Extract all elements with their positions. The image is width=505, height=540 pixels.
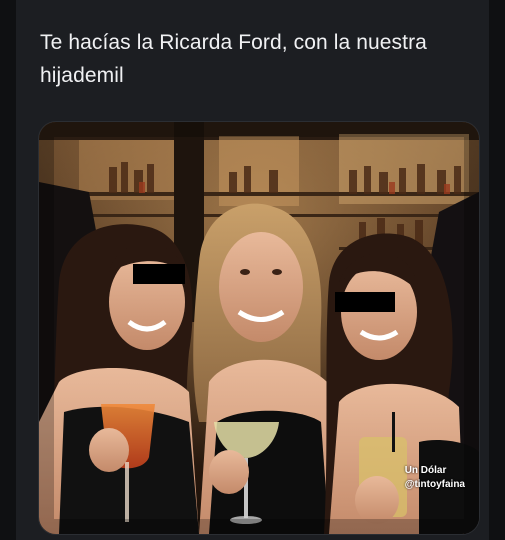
watermark: Un Dólar @tintoyfaina bbox=[405, 464, 465, 492]
left-gutter bbox=[0, 0, 16, 540]
post-card: Te hacías la Ricarda Ford, con la nuestr… bbox=[16, 0, 489, 540]
page: Te hacías la Ricarda Ford, con la nuestr… bbox=[0, 0, 505, 540]
watermark-line2: @tintoyfaina bbox=[404, 479, 465, 490]
right-gutter bbox=[489, 0, 505, 540]
post-image[interactable]: Un Dólar @tintoyfaina bbox=[38, 121, 480, 535]
watermark-line1: Un Dólar bbox=[404, 465, 447, 476]
post-text: Te hacías la Ricarda Ford, con la nuestr… bbox=[40, 31, 427, 87]
